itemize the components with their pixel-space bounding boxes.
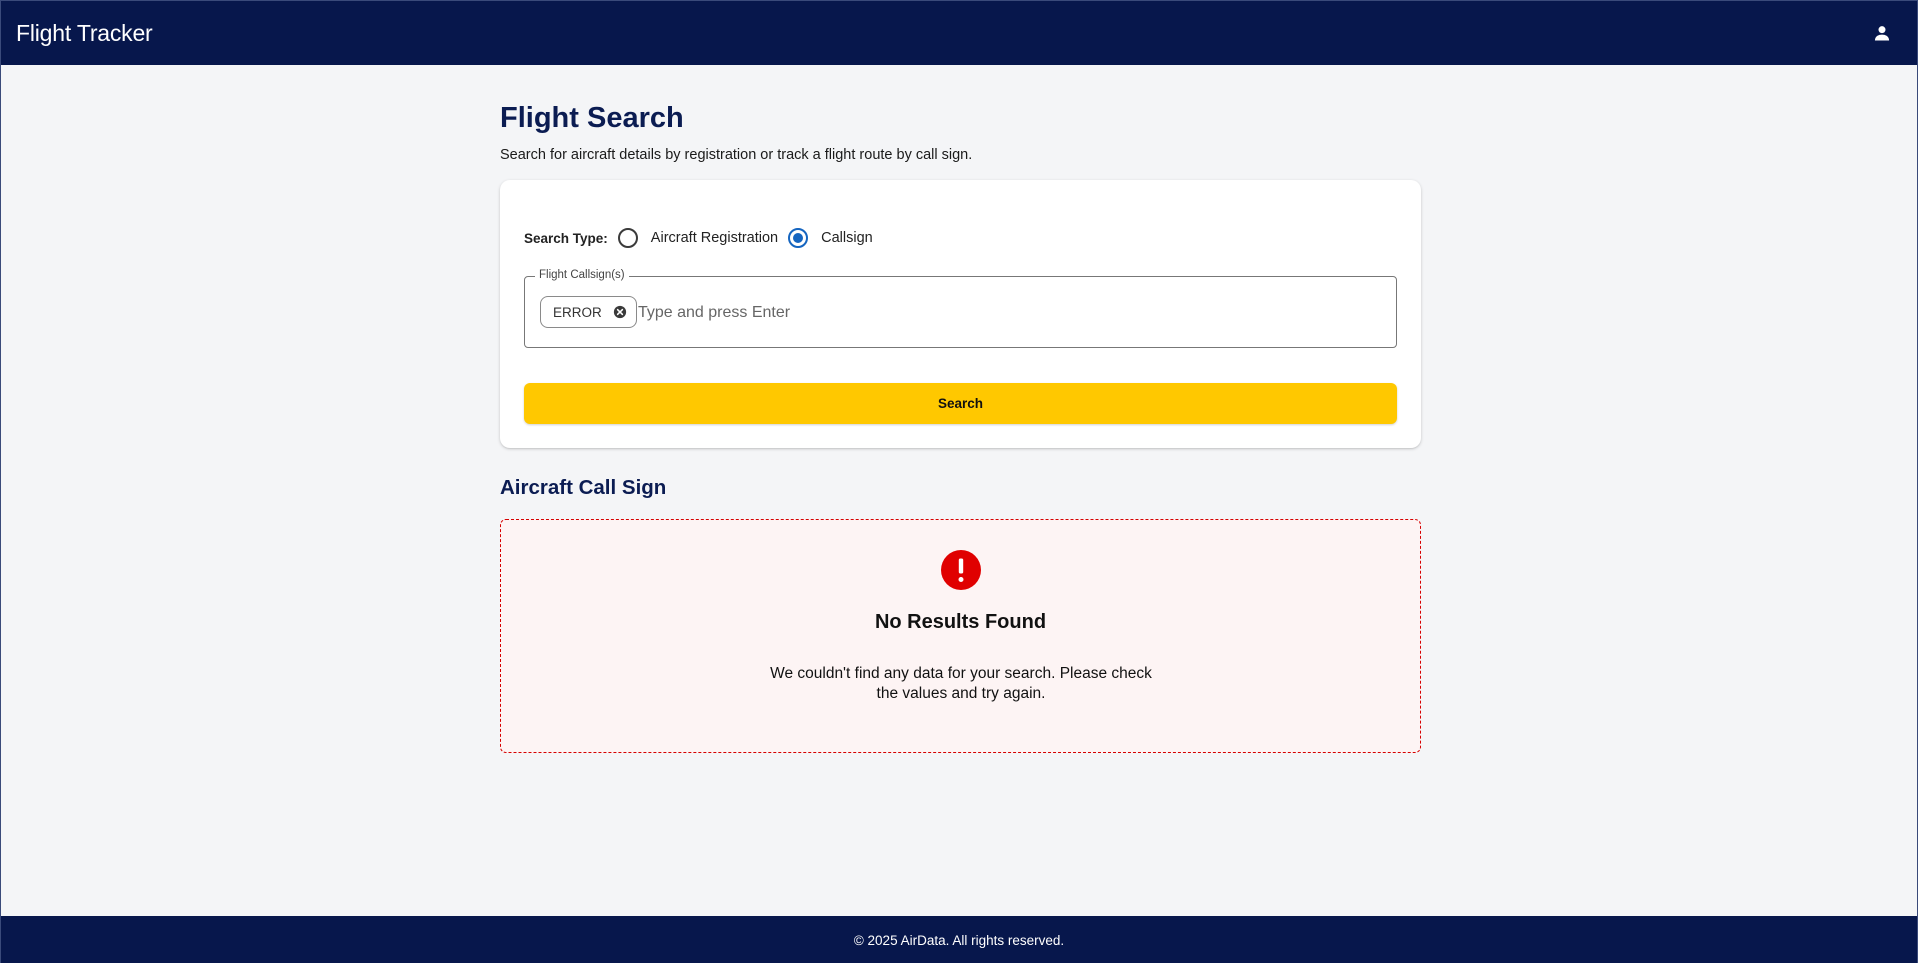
search-button[interactable]: Search <box>524 383 1397 424</box>
radio-label-callsign[interactable]: Callsign <box>821 230 873 246</box>
exclamation-circle-icon <box>941 549 981 590</box>
top-app-bar: Flight Tracker <box>1 1 1917 65</box>
search-type-group: Search Type: Aircraft Registration Calls… <box>524 228 883 248</box>
callsign-chip: ERROR <box>540 296 637 328</box>
page-subtitle: Search for aircraft details by registrat… <box>500 147 973 163</box>
chip-remove-icon[interactable] <box>612 304 628 320</box>
page-title: Flight Search <box>500 102 684 134</box>
search-type-label: Search Type: <box>524 230 608 246</box>
callsign-field[interactable]: Flight Callsign(s) ERROR <box>524 269 1397 348</box>
callsign-input[interactable] <box>636 297 1360 329</box>
no-results-message: We couldn't find any data for your searc… <box>770 664 1152 702</box>
person-icon <box>1874 26 1890 41</box>
radio-label-aircraft-registration[interactable]: Aircraft Registration <box>651 230 778 246</box>
no-results-panel: No Results Found We couldn't find any da… <box>500 518 1421 753</box>
app-title: Flight Tracker <box>16 19 153 46</box>
no-results-title: No Results Found <box>874 610 1047 633</box>
results-section-title: Aircraft Call Sign <box>500 476 667 499</box>
footer-copyright: © 2025 AirData. All rights reserved. <box>853 932 1065 948</box>
footer: © 2025 AirData. All rights reserved. <box>1 916 1917 963</box>
radio-selected-dot <box>793 233 804 243</box>
account-button[interactable] <box>1864 15 1900 51</box>
radio-aircraft-registration[interactable] <box>617 228 638 248</box>
search-card: Search Type: Aircraft Registration Calls… <box>500 180 1421 448</box>
radio-callsign[interactable] <box>788 228 809 248</box>
main-content: Flight Search Search for aircraft detail… <box>500 65 1421 753</box>
chip-label: ERROR <box>553 304 602 320</box>
callsign-field-label: Flight Callsign(s) <box>535 269 629 281</box>
app-root: Flight Tracker Flight Search Search for … <box>0 0 1918 963</box>
